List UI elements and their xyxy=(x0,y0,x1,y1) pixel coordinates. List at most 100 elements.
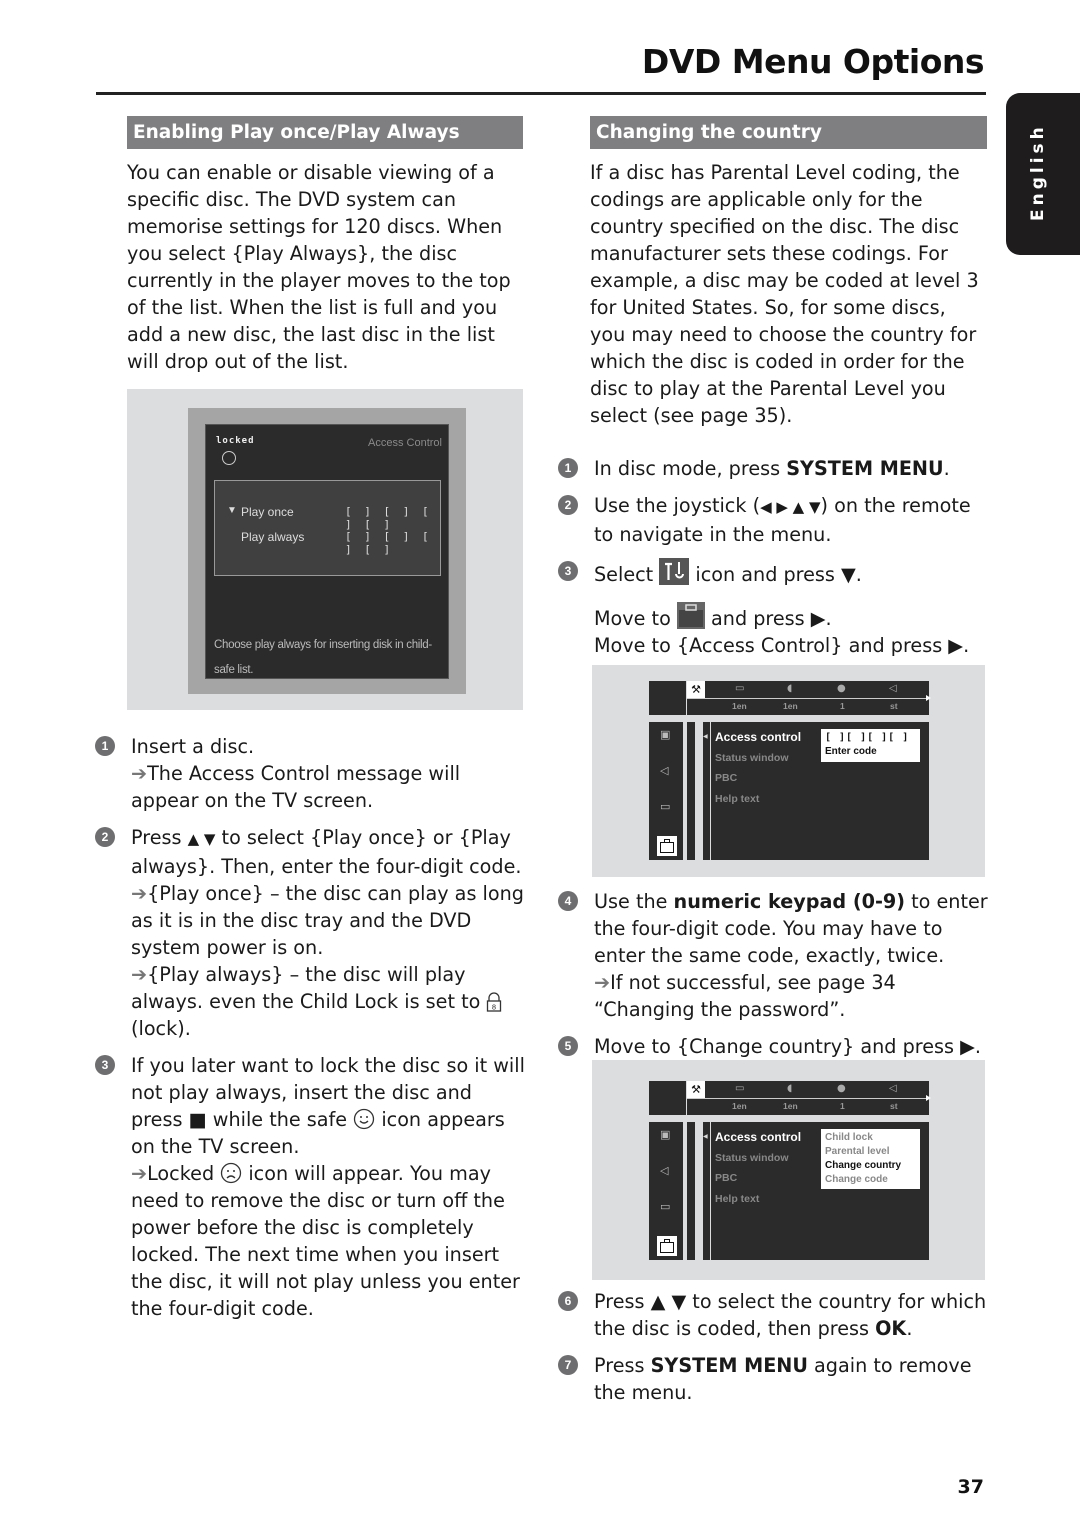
briefcase-icon xyxy=(676,602,705,629)
menu-item-status-window[interactable]: Status window xyxy=(715,752,789,764)
step-number: 1 xyxy=(95,736,115,756)
numeric-keypad-key: numeric keypad (0-9) xyxy=(673,890,906,913)
result-text: icon will appear. You may need to remove… xyxy=(131,1162,520,1320)
tv-frame: locked Access Control ▼ Play once [ ] [ … xyxy=(188,408,466,694)
menu-topbar: ⚒ ▭ ◖ ● ◁ 1en 1en 1 st xyxy=(687,681,931,715)
menu-sidebar: ▣ ◁ ▭ xyxy=(649,722,683,860)
briefcase-icon[interactable] xyxy=(657,836,677,856)
dvd-menu-screenshot-enter-code: ⚒ ▭ ◖ ● ◁ 1en 1en 1 st ▣ ◁ ▭ ◀ Access co… xyxy=(592,665,985,877)
left-step-1: 1 Insert a disc. ➔The Access Control mes… xyxy=(95,733,525,814)
top-value: 1 xyxy=(840,1101,845,1111)
result-text: {Play always} – the disc will play alway… xyxy=(131,963,487,1013)
language-tab: English xyxy=(1006,93,1080,255)
play-always-row: Play always [ ] [ ] [ ] [ ] xyxy=(227,530,432,556)
setup-tools-icon: ⚒ xyxy=(687,1081,705,1098)
top-value: 1en xyxy=(783,701,798,711)
top-value: 1 xyxy=(840,701,845,711)
speaker-icon: ◁ xyxy=(660,764,669,777)
arrow-icon: ➔ xyxy=(131,1162,148,1185)
right-step-5: 5 Move to {Change country} and press ▶. xyxy=(558,1033,988,1060)
menu-item-help-text[interactable]: Help text xyxy=(715,793,759,805)
setup-tools-icon: ⚒ xyxy=(687,681,705,698)
enter-code-popup: [ ][ ][ ][ ] Enter code xyxy=(821,729,920,762)
menu-item-help-text[interactable]: Help text xyxy=(715,1193,759,1205)
submenu-parental-level[interactable]: Parental level xyxy=(825,1145,916,1159)
menu-item-status-window[interactable]: Status window xyxy=(715,1152,789,1164)
page-number: 37 xyxy=(957,1476,984,1498)
menu-main: ◀ Access control Status window PBC Help … xyxy=(703,722,929,860)
step-number: 1 xyxy=(558,458,578,478)
right-step-3: 3 Select icon and press ▼. Move to and p… xyxy=(558,558,988,659)
menu-sidebar: ▣ ◁ ▭ xyxy=(649,1122,683,1260)
angle-icon: ● xyxy=(837,683,846,694)
audio-language-icon: ◖ xyxy=(787,1083,793,1094)
speaker-icon: ◁ xyxy=(660,1164,669,1177)
sad-face-icon xyxy=(222,451,236,465)
left-steps: 1 Insert a disc. ➔The Access Control mes… xyxy=(95,733,525,1332)
text: while the safe xyxy=(206,1108,354,1131)
right-step-1: 1 In disc mode, press SYSTEM MENU. xyxy=(558,455,988,482)
menu-item-pbc[interactable]: PBC xyxy=(715,772,737,784)
picture-icon: ▣ xyxy=(660,1128,671,1141)
arrow-icon: ➔ xyxy=(131,963,148,986)
result-text: Locked xyxy=(147,1162,221,1185)
angle-icon: ● xyxy=(837,1083,846,1094)
right-step-4: 4 Use the numeric keypad (0-9) to enter … xyxy=(558,888,988,1023)
submenu-change-country[interactable]: Change country xyxy=(825,1159,916,1173)
page-title: DVD Menu Options xyxy=(641,42,985,81)
enter-code-label: Enter code xyxy=(825,746,877,757)
left-column: Enabling Play once/Play Always You can e… xyxy=(127,116,523,375)
access-control-screenshot: locked Access Control ▼ Play once [ ] [ … xyxy=(127,389,523,710)
arrow-icon: ➔ xyxy=(594,971,611,994)
right-step-6: 6 Press ▲ ▼ to select the country for wh… xyxy=(558,1288,988,1342)
stop-button-icon: ■ xyxy=(188,1108,207,1131)
menu-strip xyxy=(687,722,695,860)
result-text: (lock). xyxy=(131,1017,191,1040)
step-text: Press ▲ ▼ to select {Play once} or {Play… xyxy=(131,824,525,880)
code-input[interactable]: [ ][ ][ ][ ] xyxy=(825,731,916,745)
text: In disc mode, press xyxy=(594,457,787,480)
right-steps-4-5: 4 Use the numeric keypad (0-9) to enter … xyxy=(558,888,988,1070)
step-result: ➔The Access Control message will appear … xyxy=(131,760,525,814)
step-number: 7 xyxy=(558,1355,578,1375)
text: . xyxy=(943,457,950,480)
submenu-child-lock[interactable]: Child lock xyxy=(825,1131,916,1145)
text: and press ▶. xyxy=(704,607,832,630)
submenu-change-code[interactable]: Change code xyxy=(825,1173,916,1187)
menu-item-pbc[interactable]: PBC xyxy=(715,1172,737,1184)
down-triangle-icon: ▼ xyxy=(227,505,237,516)
svg-text:8: 8 xyxy=(492,1004,496,1012)
step-number: 2 xyxy=(558,495,578,515)
sound-icon: ◁ xyxy=(889,683,897,694)
menu-main: ◀ Access control Status window PBC Help … xyxy=(703,1122,929,1260)
top-value: 1en xyxy=(783,1101,798,1111)
intro-paragraph-left: You can enable or disable viewing of a s… xyxy=(127,161,511,373)
section-heading-changing-country: Changing the country xyxy=(590,116,987,149)
arrow-icon: ➔ xyxy=(131,882,148,905)
step-line: Move to {Access Control} and press ▶. xyxy=(594,634,970,657)
pointer-icon: ◀ xyxy=(703,1133,708,1140)
text: Use the joystick ( xyxy=(594,494,761,517)
screen-help-text: Choose play always for inserting disk in… xyxy=(214,639,432,676)
step-result: ➔{Play once} – the disc can play as long… xyxy=(131,880,525,961)
briefcase-icon[interactable] xyxy=(657,1236,677,1256)
sad-face-icon xyxy=(221,1162,242,1184)
step-text: Select icon and press ▼. xyxy=(594,558,988,588)
menu-item-access-control[interactable]: Access control xyxy=(715,1130,801,1144)
text: Press xyxy=(594,1354,651,1377)
play-once-code: [ ] [ ] [ ] [ ] xyxy=(345,505,432,531)
step-text: Press SYSTEM MENU again to remove the me… xyxy=(594,1352,988,1406)
step-result: ➔If not successful, see page 34 “Changin… xyxy=(594,969,988,1023)
intro-paragraph-right: If a disc has Parental Level coding, the… xyxy=(590,161,979,427)
play-once-row: ▼ Play once [ ] [ ] [ ] [ ] xyxy=(227,505,432,531)
step-number: 6 xyxy=(558,1291,578,1311)
right-column: Changing the country If a disc has Paren… xyxy=(590,116,987,429)
step-number: 5 xyxy=(558,1036,578,1056)
topbar-line xyxy=(687,695,931,701)
menu-item-access-control[interactable]: Access control xyxy=(715,730,801,744)
text: Select xyxy=(594,563,660,586)
tv-screen: locked Access Control ▼ Play once [ ] [ … xyxy=(205,424,449,679)
happy-face-icon xyxy=(354,1108,375,1130)
play-always-label: Play always xyxy=(241,530,305,544)
picture-icon: ▣ xyxy=(660,728,671,741)
